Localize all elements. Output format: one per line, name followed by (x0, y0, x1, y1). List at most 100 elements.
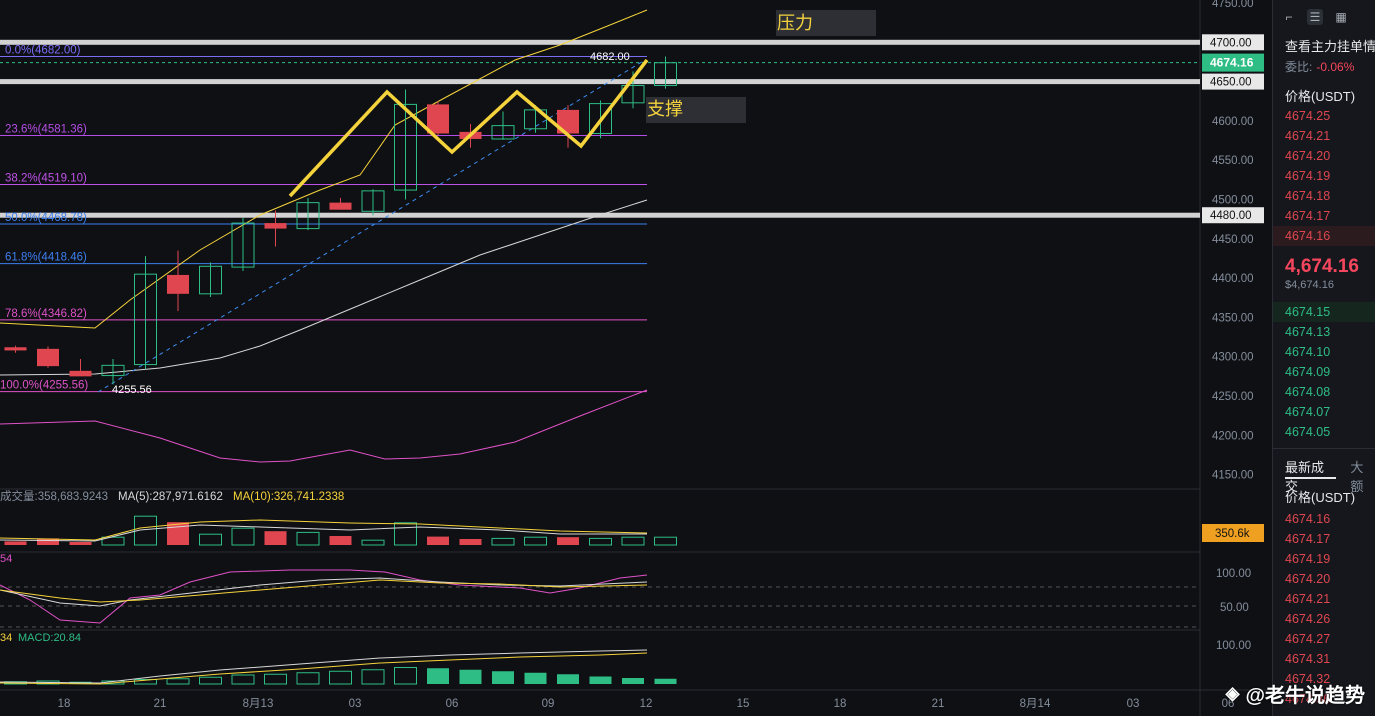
bid-row[interactable]: 4674.08 (1273, 382, 1375, 402)
fib-label: 50.0%(4468.78) (5, 212, 87, 224)
macd-bar (492, 671, 514, 684)
candle-body (4, 347, 27, 351)
price-tick-label: 4350.00 (1212, 312, 1254, 324)
support-label: 支撑 (647, 99, 683, 119)
bid-ask-ratio: 委比: -0.06% (1273, 58, 1375, 80)
orderbook-price-header: 价格(USDT) (1285, 89, 1356, 104)
ratio-value: -0.06% (1316, 60, 1355, 74)
fib-label: 100.0%(4255.56) (0, 380, 88, 392)
bid-row[interactable]: 4674.13 (1273, 322, 1375, 342)
trade-row[interactable]: 4674.27 (1273, 629, 1375, 649)
volume-ma10: MA(10):326,741.2338 (233, 491, 344, 503)
ask-row[interactable]: 4674.25 (1273, 106, 1375, 126)
low-price-label: 4255.56 (112, 384, 152, 396)
macd-bar (654, 678, 677, 684)
ask-row[interactable]: 4674.21 (1273, 126, 1375, 146)
high-price-label: 4682.00 (590, 51, 630, 63)
volume-bar (459, 539, 482, 545)
trades-tabs: 最新成交 大额 (1273, 448, 1375, 494)
volume-bar (167, 522, 189, 545)
trade-row[interactable]: 4674.17 (1273, 529, 1375, 549)
price-tag-4700: 4700.00 (1210, 37, 1252, 49)
macd-bar (394, 667, 417, 685)
macd-bar (329, 670, 352, 685)
candle-body (329, 202, 352, 210)
fib-label: 78.6%(4346.82) (5, 308, 87, 320)
ask-row[interactable]: 4674.16 (1273, 226, 1375, 246)
candle-body (427, 104, 449, 134)
price-tick-label: 4150.00 (1212, 470, 1254, 482)
candle-body (69, 370, 92, 377)
price-tick-label: 4250.00 (1212, 391, 1254, 403)
osc1-label-100: 100.00 (1216, 568, 1251, 580)
current-price-tag: 4674.16 (1210, 56, 1254, 70)
bid-row[interactable]: 4674.07 (1273, 402, 1375, 422)
macd-bar (166, 678, 190, 685)
trade-row[interactable]: 4674.20 (1273, 569, 1375, 589)
trade-row[interactable]: 4674.26 (1273, 609, 1375, 629)
time-tick-label: 03 (349, 698, 362, 710)
ask-row[interactable]: 4674.17 (1273, 206, 1375, 226)
trade-row[interactable]: 4674.31 (1273, 649, 1375, 669)
price-tag-4480: 4480.00 (1210, 210, 1252, 222)
order-book-view-toggles: ⌐ ☰ ▦ (1273, 0, 1375, 34)
macd-bar (427, 668, 449, 684)
time-tick-label: 8月14 (1020, 698, 1051, 710)
time-tick-label: 21 (932, 698, 945, 710)
price-tick-label: 4750.00 (1212, 0, 1254, 10)
volume-ma5: MA(5):287,971.6162 (118, 491, 223, 503)
macd-bar (459, 669, 482, 684)
orderbook-both-icon[interactable]: ☰ (1307, 9, 1323, 25)
time-tick-label: 18 (58, 698, 71, 710)
macd-bar (524, 672, 547, 684)
ask-row[interactable]: 4674.18 (1273, 186, 1375, 206)
volume-bar (589, 537, 612, 546)
trade-row[interactable]: 4674.19 (1273, 549, 1375, 569)
volume-bar (621, 536, 645, 546)
time-tick-label: 21 (154, 698, 167, 710)
ask-row[interactable]: 4674.19 (1273, 166, 1375, 186)
price-tick-label: 4550.00 (1212, 155, 1254, 167)
fib-label: 23.6%(4581.36) (5, 124, 87, 136)
price-tick-label: 4300.00 (1212, 352, 1254, 364)
volume-bar (296, 531, 320, 546)
orderbook-title[interactable]: 查看主力挂单情 (1273, 34, 1375, 58)
ma-pink (0, 389, 648, 463)
tab-latest-trades[interactable]: 最新成交 (1285, 457, 1337, 494)
orderbook-collapse-icon[interactable]: ⌐ (1281, 9, 1297, 25)
volume-bar (427, 536, 449, 545)
bid-row[interactable]: 4674.05 (1273, 422, 1375, 442)
price-tick-label: 4600.00 (1212, 116, 1254, 128)
volume-bar (654, 536, 677, 546)
candle-body (264, 223, 287, 229)
ask-row[interactable]: 4674.20 (1273, 146, 1375, 166)
bid-row[interactable]: 4674.15 (1273, 302, 1375, 322)
chart-area[interactable]: 4750.00 4700.00 4650.00 4600.00 4550.00 4500.… (0, 0, 1270, 716)
volume-ma-white (0, 524, 647, 542)
bid-row[interactable]: 4674.10 (1273, 342, 1375, 362)
resistance-label: 压力 (777, 13, 813, 33)
time-tick-label: 12 (640, 698, 653, 710)
trade-row[interactable]: 4674.21 (1273, 589, 1375, 609)
macd-white (0, 649, 648, 684)
last-price: 4,674.16 (1285, 256, 1359, 277)
fib-label: 61.8%(4418.46) (5, 252, 87, 264)
volume-tag: 350.6k (1215, 528, 1250, 540)
tab-large-trades[interactable]: 大额 (1350, 457, 1375, 494)
trade-row[interactable]: 4674.16 (1273, 509, 1375, 529)
macd-bar (589, 676, 612, 684)
price-tick-label: 4450.00 (1212, 234, 1254, 246)
volume-bar (557, 537, 579, 545)
orderbook-grid-icon[interactable]: ▦ (1333, 9, 1349, 25)
fib-label: 0.0%(4682.00) (5, 44, 81, 56)
time-tick-label: 15 (737, 698, 750, 710)
asks-list: 4674.25 4674.21 4674.20 4674.19 4674.18 4674.… (1273, 106, 1375, 246)
bid-row[interactable]: 4674.09 (1273, 362, 1375, 382)
volume-bar (69, 542, 92, 545)
volume-bar (361, 539, 385, 546)
time-tick-label: 8月13 (243, 698, 274, 710)
price-tick-label: 4200.00 (1212, 430, 1254, 442)
bids-list: 4674.15 4674.13 4674.10 4674.09 4674.08 4674.… (1273, 302, 1375, 442)
volume-ma-yellow (0, 519, 648, 541)
watermark: ◈ @老牛说趋势 (1226, 679, 1365, 708)
